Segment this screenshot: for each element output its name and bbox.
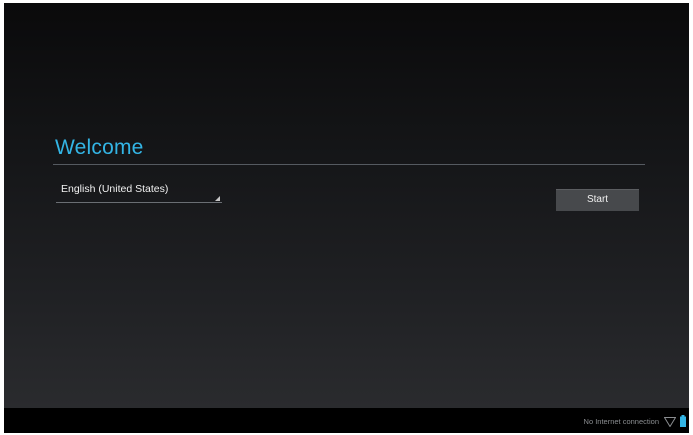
system-bar: No Internet connection <box>4 408 689 433</box>
dropdown-corner-icon <box>215 196 220 201</box>
language-select-value: English (United States) <box>61 183 169 195</box>
select-underline <box>56 202 222 203</box>
page-title: Welcome <box>55 136 144 159</box>
language-select[interactable]: English (United States) <box>56 180 222 203</box>
battery-icon <box>680 415 686 427</box>
connection-status-text: No Internet connection <box>583 417 659 426</box>
setup-wizard-screen: Welcome English (United States) Start <box>4 3 689 408</box>
title-divider <box>53 164 645 165</box>
start-button[interactable]: Start <box>556 189 639 211</box>
wifi-signal-icon <box>664 417 676 427</box>
device-screen: Welcome English (United States) Start No… <box>4 3 689 433</box>
